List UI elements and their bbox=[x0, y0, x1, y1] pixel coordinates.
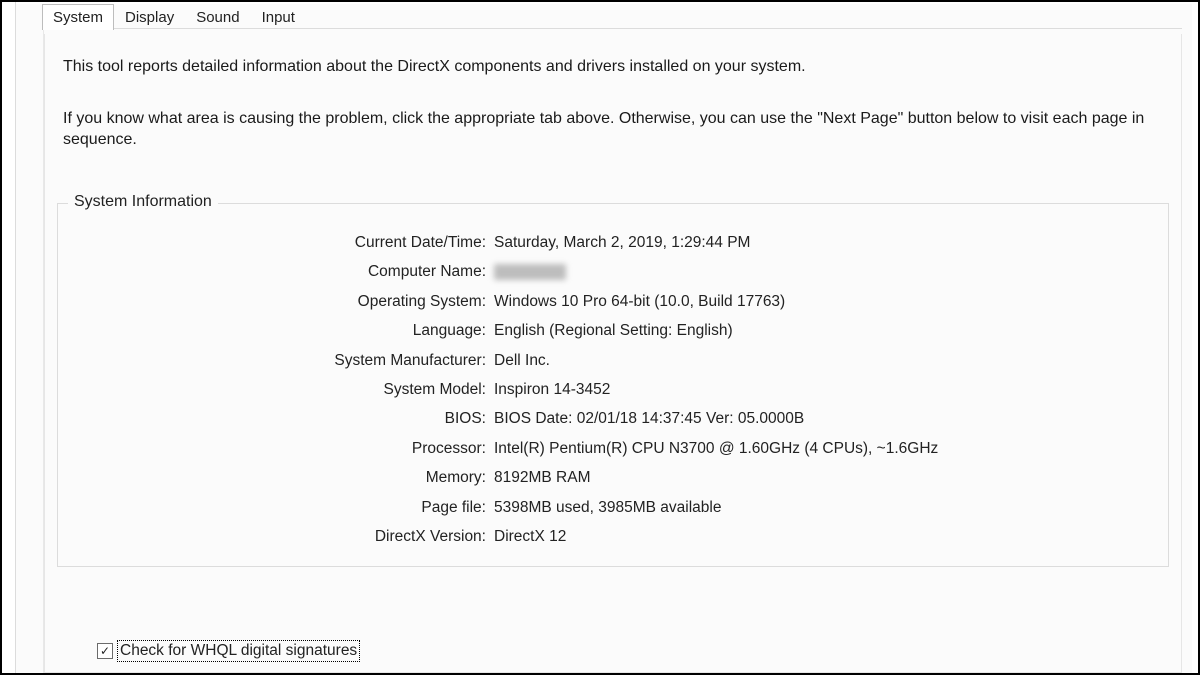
label-memory: Memory: bbox=[76, 463, 486, 492]
value-current-datetime: Saturday, March 2, 2019, 1:29:44 PM bbox=[494, 228, 1150, 257]
value-processor: Intel(R) Pentium(R) CPU N3700 @ 1.60GHz … bbox=[494, 434, 1150, 463]
row-page-file: Page file: 5398MB used, 3985MB available bbox=[76, 493, 1150, 522]
tab-input[interactable]: Input bbox=[251, 4, 306, 30]
tab-strip: System Display Sound Input bbox=[42, 4, 1182, 30]
system-information-group: System Information Current Date/Time: Sa… bbox=[57, 203, 1169, 567]
label-language: Language: bbox=[76, 316, 486, 345]
group-title: System Information bbox=[68, 193, 218, 211]
label-current-datetime: Current Date/Time: bbox=[76, 228, 486, 257]
tab-display[interactable]: Display bbox=[114, 4, 185, 30]
redacted-computer-name bbox=[494, 264, 566, 280]
row-language: Language: English (Regional Setting: Eng… bbox=[76, 316, 1150, 345]
row-system-manufacturer: System Manufacturer: Dell Inc. bbox=[76, 346, 1150, 375]
value-page-file: 5398MB used, 3985MB available bbox=[494, 493, 1150, 522]
value-system-model: Inspiron 14-3452 bbox=[494, 375, 1150, 404]
whql-checkbox[interactable]: ✓ bbox=[97, 643, 113, 659]
row-memory: Memory: 8192MB RAM bbox=[76, 463, 1150, 492]
value-operating-system: Windows 10 Pro 64-bit (10.0, Build 17763… bbox=[494, 287, 1150, 316]
row-system-model: System Model: Inspiron 14-3452 bbox=[76, 375, 1150, 404]
intro-text: This tool reports detailed information a… bbox=[57, 48, 1169, 151]
tab-system[interactable]: System bbox=[42, 4, 114, 30]
value-memory: 8192MB RAM bbox=[494, 463, 1150, 492]
value-system-manufacturer: Dell Inc. bbox=[494, 346, 1150, 375]
whql-checkbox-row: ✓ Check for WHQL digital signatures bbox=[97, 640, 360, 662]
label-computer-name: Computer Name: bbox=[76, 257, 486, 286]
label-operating-system: Operating System: bbox=[76, 287, 486, 316]
row-current-datetime: Current Date/Time: Saturday, March 2, 20… bbox=[76, 228, 1150, 257]
row-bios: BIOS: BIOS Date: 02/01/18 14:37:45 Ver: … bbox=[76, 404, 1150, 433]
label-bios: BIOS: bbox=[76, 404, 486, 433]
value-bios: BIOS Date: 02/01/18 14:37:45 Ver: 05.000… bbox=[494, 404, 1150, 433]
label-system-manufacturer: System Manufacturer: bbox=[76, 346, 486, 375]
value-computer-name bbox=[494, 257, 1150, 286]
whql-checkbox-label[interactable]: Check for WHQL digital signatures bbox=[117, 640, 360, 662]
label-processor: Processor: bbox=[76, 434, 486, 463]
intro-line-2: If you know what area is causing the pro… bbox=[63, 108, 1163, 151]
row-operating-system: Operating System: Windows 10 Pro 64-bit … bbox=[76, 287, 1150, 316]
row-computer-name: Computer Name: bbox=[76, 257, 1150, 286]
intro-line-1: This tool reports detailed information a… bbox=[63, 56, 1163, 78]
value-language: English (Regional Setting: English) bbox=[494, 316, 1150, 345]
label-system-model: System Model: bbox=[76, 375, 486, 404]
label-directx-version: DirectX Version: bbox=[76, 522, 486, 551]
value-directx-version: DirectX 12 bbox=[494, 522, 1150, 551]
row-directx-version: DirectX Version: DirectX 12 bbox=[76, 522, 1150, 551]
row-processor: Processor: Intel(R) Pentium(R) CPU N3700… bbox=[76, 434, 1150, 463]
mid-rail bbox=[30, 28, 44, 673]
dialog-body: System Display Sound Input This tool rep… bbox=[16, 4, 1192, 673]
tab-content: This tool reports detailed information a… bbox=[44, 34, 1182, 673]
label-page-file: Page file: bbox=[76, 493, 486, 522]
left-rail bbox=[2, 2, 16, 673]
tab-sound[interactable]: Sound bbox=[185, 4, 250, 30]
